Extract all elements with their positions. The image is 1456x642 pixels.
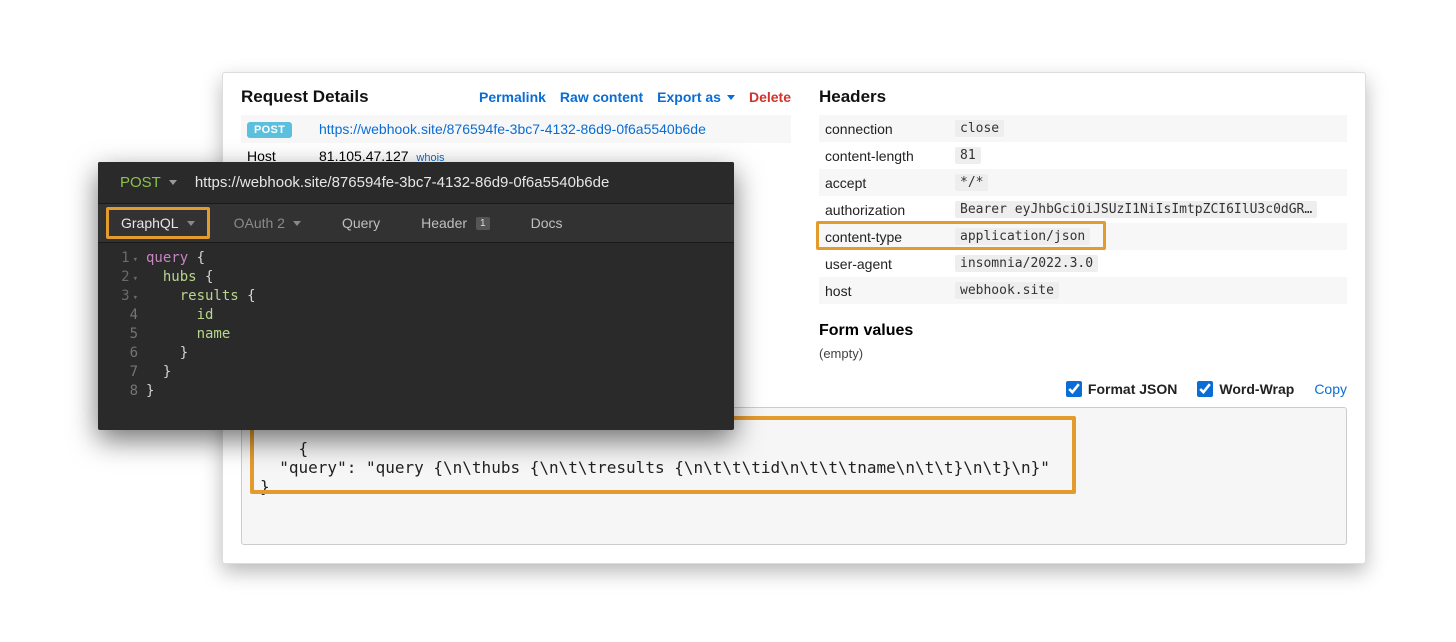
header-key: host bbox=[825, 283, 955, 299]
headers-column: Headers connection close content-length … bbox=[819, 87, 1347, 361]
insomnia-tabs: GraphQL OAuth 2 Query Header 1 Docs bbox=[98, 203, 734, 243]
tab-auth[interactable]: OAuth 2 bbox=[214, 204, 322, 242]
editor-gutter: 123 45678 bbox=[98, 249, 146, 401]
method-badge: POST bbox=[247, 122, 292, 138]
header-key: user-agent bbox=[825, 256, 955, 272]
raw-content-link[interactable]: Raw content bbox=[560, 89, 643, 105]
tab-docs-label: Docs bbox=[531, 215, 563, 231]
chevron-down-icon bbox=[727, 95, 735, 100]
header-key: content-length bbox=[825, 148, 955, 164]
header-value: application/json bbox=[955, 228, 1090, 245]
code-token: name bbox=[197, 326, 231, 342]
header-row: host webhook.site bbox=[819, 277, 1347, 304]
code-token: hubs bbox=[163, 269, 197, 285]
code-token: id bbox=[197, 307, 214, 323]
header-value: 81 bbox=[955, 147, 981, 164]
insomnia-url-bar: POST https://webhook.site/876594fe-3bc7-… bbox=[98, 162, 734, 203]
request-details-links: Permalink Raw content Export as Delete bbox=[479, 89, 791, 105]
headers-table: connection close content-length 81 accep… bbox=[819, 115, 1347, 304]
tab-auth-label: OAuth 2 bbox=[234, 215, 285, 231]
header-row: user-agent insomnia/2022.3.0 bbox=[819, 250, 1347, 277]
header-value: close bbox=[955, 120, 1004, 137]
delete-link[interactable]: Delete bbox=[749, 89, 791, 105]
header-row: connection close bbox=[819, 115, 1347, 142]
header-key: content-type bbox=[825, 229, 955, 245]
request-url-cell: https://webhook.site/876594fe-3bc7-4132-… bbox=[319, 121, 785, 137]
header-row: content-length 81 bbox=[819, 142, 1347, 169]
request-url-row: POST https://webhook.site/876594fe-3bc7-… bbox=[241, 115, 791, 143]
method-label: POST bbox=[120, 174, 161, 191]
tab-body-type-label: GraphQL bbox=[121, 215, 179, 231]
request-details-title: Request Details bbox=[241, 87, 369, 107]
form-values-title: Form values bbox=[819, 322, 1347, 340]
word-wrap-label: Word-Wrap bbox=[1219, 381, 1294, 397]
tab-docs[interactable]: Docs bbox=[511, 204, 584, 242]
header-row: authorization Bearer eyJhbGciOiJSUzI1NiI… bbox=[819, 196, 1347, 223]
tab-body-type[interactable]: GraphQL bbox=[106, 207, 210, 239]
tab-query-label: Query bbox=[342, 215, 380, 231]
request-details-title-row: Request Details Permalink Raw content Ex… bbox=[241, 87, 791, 115]
word-wrap-checkbox[interactable] bbox=[1197, 381, 1213, 397]
word-wrap-toggle[interactable]: Word-Wrap bbox=[1197, 381, 1294, 397]
header-key: connection bbox=[825, 121, 955, 137]
format-json-checkbox[interactable] bbox=[1066, 381, 1082, 397]
header-key: accept bbox=[825, 175, 955, 191]
header-count-badge: 1 bbox=[476, 217, 490, 230]
request-details-table: POST https://webhook.site/876594fe-3bc7-… bbox=[241, 115, 791, 169]
chevron-down-icon bbox=[293, 221, 301, 226]
header-value: webhook.site bbox=[955, 282, 1059, 299]
export-as-label: Export as bbox=[657, 89, 721, 105]
request-body-text: { "query": "query {\n\thubs {\n\t\tresul… bbox=[260, 439, 1050, 496]
request-url-link[interactable]: https://webhook.site/876594fe-3bc7-4132-… bbox=[319, 121, 706, 137]
url-input[interactable]: https://webhook.site/876594fe-3bc7-4132-… bbox=[195, 174, 610, 191]
method-badge-cell: POST bbox=[247, 120, 319, 138]
tab-header-label: Header bbox=[421, 215, 467, 231]
format-json-label: Format JSON bbox=[1088, 381, 1177, 397]
tab-header[interactable]: Header 1 bbox=[401, 204, 510, 242]
header-value: Bearer eyJhbGciOiJSUzI1NiIsImtpZCI6IlU3c… bbox=[955, 201, 1317, 218]
format-json-toggle[interactable]: Format JSON bbox=[1066, 381, 1177, 397]
header-row: accept */* bbox=[819, 169, 1347, 196]
insomnia-window: POST https://webhook.site/876594fe-3bc7-… bbox=[98, 162, 734, 430]
chevron-down-icon bbox=[187, 221, 195, 226]
permalink-link[interactable]: Permalink bbox=[479, 89, 546, 105]
headers-title: Headers bbox=[819, 87, 1347, 107]
header-value: */* bbox=[955, 174, 988, 191]
code-token: results bbox=[180, 288, 239, 304]
method-selector[interactable]: POST bbox=[120, 174, 177, 191]
export-as-link[interactable]: Export as bbox=[657, 89, 735, 105]
tab-query[interactable]: Query bbox=[322, 204, 401, 242]
graphql-editor[interactable]: 123 45678 query { hubs { results { id na… bbox=[98, 243, 734, 411]
copy-button[interactable]: Copy bbox=[1314, 381, 1347, 397]
chevron-down-icon bbox=[169, 180, 177, 185]
form-values-empty: (empty) bbox=[819, 346, 1347, 361]
header-value: insomnia/2022.3.0 bbox=[955, 255, 1098, 272]
header-key: authorization bbox=[825, 202, 955, 218]
code-token: query bbox=[146, 250, 188, 266]
header-row-content-type: content-type application/json bbox=[819, 223, 1347, 250]
editor-code[interactable]: query { hubs { results { id name } } } bbox=[146, 249, 734, 401]
